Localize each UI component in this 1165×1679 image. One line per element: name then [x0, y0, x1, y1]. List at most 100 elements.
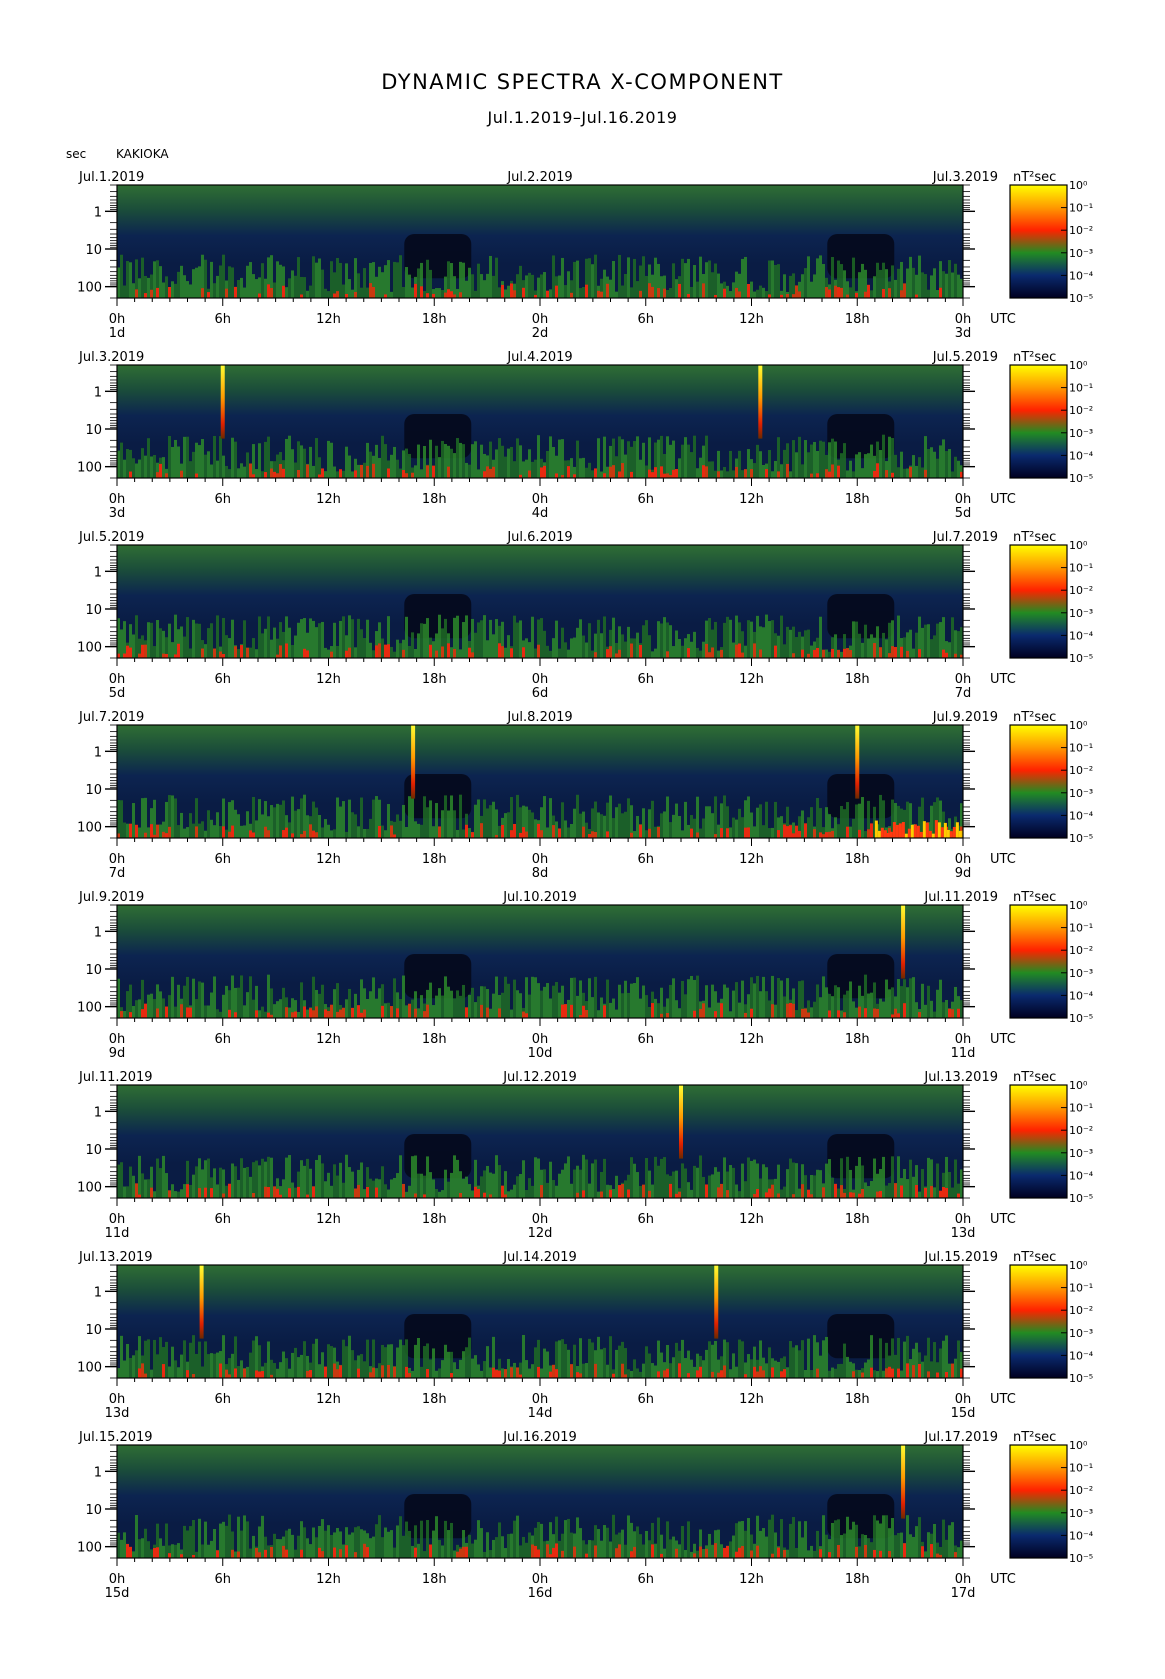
- colorbar-tick-label: 10⁻¹: [1069, 1462, 1093, 1475]
- pulsation-spike: [901, 1445, 906, 1519]
- day-label: 15d: [951, 1406, 976, 1421]
- colorbar: nT²sec 10⁰ 10⁻¹ 10⁻² 10⁻³ 10⁻⁴ 10⁻⁵: [1009, 890, 1094, 1025]
- spectra-panels: 1 10 100 0h 6h 12h 18h 0h 6h 12h 18h 0h UTC 1d 2d 3d Jul…: [77, 170, 1094, 1601]
- day-label: 5d: [955, 506, 972, 521]
- day-label: 13d: [951, 1226, 976, 1241]
- y-tick-label: 10: [85, 1143, 102, 1158]
- y-tick-label: 1: [94, 385, 102, 400]
- colorbar-tick-label: 10⁻⁴: [1069, 629, 1094, 642]
- spectrogram-panel: 1 10 100 0h 6h 12h 18h 0h 6h 12h 18h 0h UTC 7d 8d 9d Jul…: [77, 710, 1094, 881]
- x-tick-label: 18h: [422, 1212, 447, 1227]
- quiet-period-region: [827, 594, 895, 639]
- colorbar-tick-label: 10⁻³: [1069, 967, 1093, 980]
- x-tick-label: 6h: [637, 1572, 654, 1587]
- x-tick-label: 12h: [316, 1572, 341, 1587]
- x-tick-label: 18h: [422, 672, 447, 687]
- x-tick-label: 6h: [637, 312, 654, 327]
- colorbar-tick-label: 10⁻⁵: [1069, 472, 1093, 485]
- x-tick-label: 0h: [955, 672, 972, 687]
- panel-start-date: Jul.3.2019: [78, 350, 144, 365]
- colorbar-tick-label: 10⁰: [1069, 179, 1088, 192]
- colorbar-tick-label: 10⁻⁵: [1069, 1192, 1093, 1205]
- panel-mid-date: Jul.8.2019: [506, 710, 572, 725]
- x-tick-label: 18h: [845, 1392, 870, 1407]
- pulsation-spike: [714, 1265, 719, 1339]
- panel-start-date: Jul.13.2019: [78, 1250, 153, 1265]
- spectrogram-panel: 1 10 100 0h 6h 12h 18h 0h 6h 12h 18h 0h UTC 5d 6d 7d Jul…: [77, 530, 1094, 701]
- x-tick-label: 12h: [739, 1392, 764, 1407]
- colorbar-tick-label: 10⁻⁵: [1069, 1372, 1093, 1385]
- x-tick-label: 0h: [532, 1572, 549, 1587]
- day-label: 17d: [951, 1586, 976, 1601]
- x-unit-label: UTC: [990, 1572, 1016, 1587]
- colorbar-tick-label: 10⁻⁵: [1069, 1552, 1093, 1565]
- colorbar-tick-label: 10⁻¹: [1069, 1102, 1093, 1115]
- y-tick-label: 1: [94, 205, 102, 220]
- x-tick-label: 0h: [532, 672, 549, 687]
- colorbar-tick-label: 10⁻³: [1069, 247, 1093, 260]
- x-tick-label: 12h: [739, 1212, 764, 1227]
- colorbar-tick-label: 10⁻⁴: [1069, 1169, 1094, 1182]
- panel-mid-date: Jul.10.2019: [502, 890, 577, 905]
- panel-end-date: Jul.13.2019: [923, 1070, 998, 1085]
- colorbar-unit-label: nT²sec: [1013, 350, 1056, 365]
- spectrogram-panel: 1 10 100 0h 6h 12h 18h 0h 6h 12h 18h 0h UTC 13d 14d 15d…: [77, 1250, 1094, 1421]
- y-tick-label: 100: [77, 1001, 102, 1016]
- colorbar-tick-label: 10⁻²: [1069, 764, 1093, 777]
- day-label: 16d: [528, 1586, 553, 1601]
- day-label: 11d: [951, 1046, 976, 1061]
- x-tick-label: 12h: [316, 1392, 341, 1407]
- x-tick-label: 6h: [214, 1212, 231, 1227]
- x-tick-label: 0h: [955, 312, 972, 327]
- y-tick-label: 10: [85, 783, 102, 798]
- x-tick-label: 0h: [955, 1572, 972, 1587]
- x-tick-label: 18h: [422, 1032, 447, 1047]
- colorbar-tick-label: 10⁻³: [1069, 427, 1093, 440]
- colorbar: nT²sec 10⁰ 10⁻¹ 10⁻² 10⁻³ 10⁻⁴ 10⁻⁵: [1009, 1430, 1094, 1565]
- x-tick-label: 6h: [637, 672, 654, 687]
- x-tick-label: 0h: [532, 1212, 549, 1227]
- y-tick-label: 100: [77, 461, 102, 476]
- y-tick-label: 100: [77, 1361, 102, 1376]
- colorbar-tick-label: 10⁻³: [1069, 1327, 1093, 1340]
- day-label: 9d: [955, 866, 972, 881]
- colorbar-tick-label: 10⁰: [1069, 539, 1088, 552]
- colorbar-unit-label: nT²sec: [1013, 1430, 1056, 1445]
- x-tick-label: 18h: [845, 852, 870, 867]
- day-label: 6d: [532, 686, 549, 701]
- x-tick-label: 12h: [316, 312, 341, 327]
- colorbar-tick-label: 10⁻¹: [1069, 922, 1093, 935]
- colorbar-tick-label: 10⁻⁴: [1069, 269, 1094, 282]
- day-label: 7d: [955, 686, 972, 701]
- panel-mid-date: Jul.6.2019: [506, 530, 572, 545]
- day-label: 14d: [528, 1406, 553, 1421]
- x-tick-label: 12h: [316, 1212, 341, 1227]
- x-tick-label: 0h: [109, 1392, 126, 1407]
- day-label: 2d: [532, 326, 549, 341]
- colorbar-tick-label: 10⁻⁵: [1069, 832, 1093, 845]
- pulsation-spike: [220, 365, 225, 439]
- colorbar-tick-label: 10⁻⁴: [1069, 1349, 1094, 1362]
- x-tick-label: 18h: [845, 1572, 870, 1587]
- colorbar-tick-label: 10⁻²: [1069, 1304, 1093, 1317]
- y-tick-label: 1: [94, 925, 102, 940]
- day-label: 5d: [109, 686, 126, 701]
- colorbar-tick-label: 10⁰: [1069, 359, 1088, 372]
- day-label: 13d: [105, 1406, 130, 1421]
- colorbar-tick-label: 10⁻²: [1069, 224, 1093, 237]
- colorbar-tick-label: 10⁻¹: [1069, 1282, 1093, 1295]
- x-unit-label: UTC: [990, 1392, 1016, 1407]
- x-tick-label: 0h: [532, 492, 549, 507]
- x-tick-label: 12h: [739, 672, 764, 687]
- colorbar: nT²sec 10⁰ 10⁻¹ 10⁻² 10⁻³ 10⁻⁴ 10⁻⁵: [1009, 530, 1094, 665]
- x-tick-label: 6h: [214, 1572, 231, 1587]
- panel-end-date: Jul.3.2019: [932, 170, 998, 185]
- y-tick-label: 1: [94, 1285, 102, 1300]
- colorbar: nT²sec 10⁰ 10⁻¹ 10⁻² 10⁻³ 10⁻⁴ 10⁻⁵: [1009, 710, 1094, 845]
- colorbar-tick-label: 10⁻⁴: [1069, 989, 1094, 1002]
- x-tick-label: 6h: [214, 852, 231, 867]
- spectrogram-panel: 1 10 100 0h 6h 12h 18h 0h 6h 12h 18h 0h UTC 1d 2d 3d Jul…: [77, 170, 1094, 341]
- panel-start-date: Jul.5.2019: [78, 530, 144, 545]
- x-tick-label: 6h: [214, 492, 231, 507]
- panel-start-date: Jul.1.2019: [78, 170, 144, 185]
